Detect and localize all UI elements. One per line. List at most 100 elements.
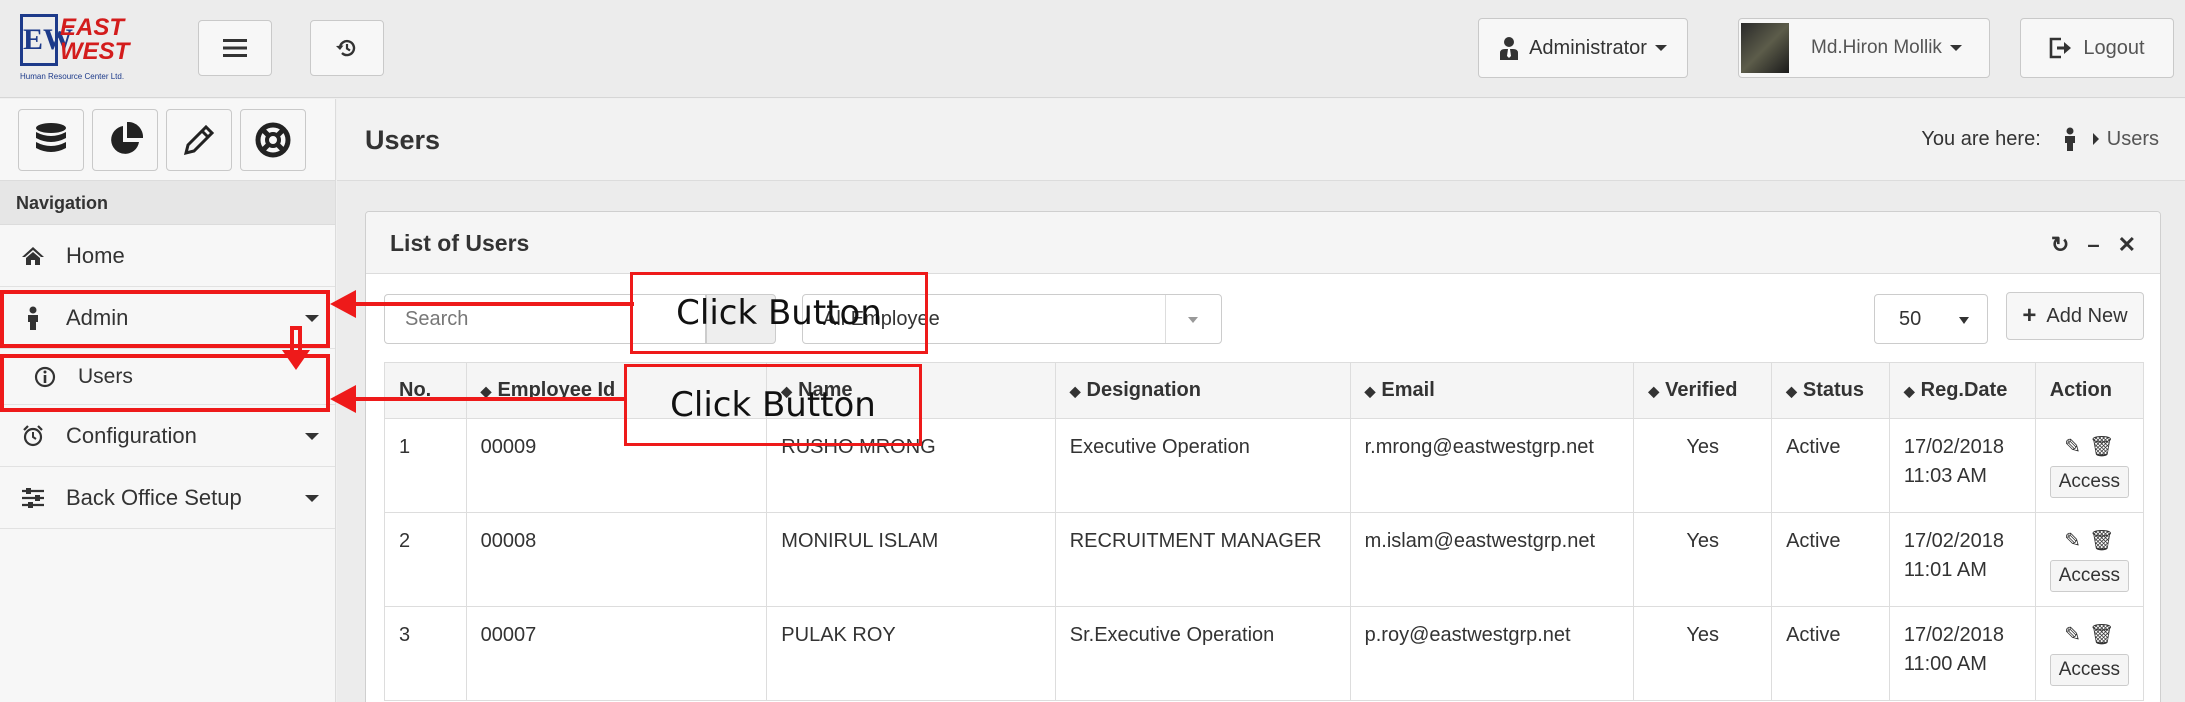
- sidebar-item-label: Home: [66, 242, 125, 268]
- user-profile-dropdown[interactable]: Md.Hiron Mollik: [1738, 18, 1990, 78]
- chevron-down-icon: [1959, 317, 1969, 324]
- chevron-down-icon: [1654, 45, 1667, 51]
- company-logo[interactable]: EW EAST WEST Human Resource Center Ltd.: [20, 14, 140, 81]
- sidebar-item-back-office-setup[interactable]: Back Office Setup: [0, 467, 335, 529]
- user-tie-icon: [1500, 37, 1519, 60]
- annotation-highlight-admin: [0, 290, 330, 348]
- logo-line-2: WEST: [60, 38, 130, 65]
- support-button[interactable]: [240, 109, 306, 171]
- panel-title: List of Users: [390, 230, 530, 256]
- cell-action: ✎ 🗑 Access: [2034, 418, 2145, 513]
- sidebar-item-home[interactable]: Home: [0, 225, 335, 287]
- chevron-down-icon: [1165, 295, 1221, 343]
- cell-reg-date: 17/02/2018 11:01 AM: [1888, 512, 2036, 607]
- table-row: 2 00008 MONIRUL ISLAM RECRUITMENT MANAGE…: [384, 512, 2145, 607]
- sort-icon: ◆: [1903, 383, 1915, 399]
- page-title: Users: [365, 125, 441, 155]
- cell-reg-date: 17/02/2018 11:00 AM: [1888, 606, 2036, 701]
- sliders-icon: [22, 487, 44, 508]
- cell-email: p.roy@eastwestgrp.net: [1349, 606, 1635, 701]
- cell-status: Active: [1771, 512, 1890, 607]
- chevron-down-icon: [305, 495, 319, 502]
- column-header: Action: [2034, 362, 2145, 419]
- alarm-clock-icon: [23, 424, 43, 446]
- logout-icon: [2050, 37, 2072, 59]
- chevron-down-icon: [305, 433, 319, 440]
- cell-no: 3: [384, 606, 467, 701]
- annotation-down-arrow-head: [282, 350, 310, 370]
- annotation-arrow-line-2: [356, 397, 626, 401]
- cell-no: 2: [384, 512, 467, 607]
- database-icon: [36, 123, 66, 152]
- annotation-highlight-users: [0, 354, 330, 412]
- plus-icon: +: [2022, 302, 2037, 329]
- breadcrumb: You are here: Users: [1921, 127, 2159, 151]
- top-navbar: EW EAST WEST Human Resource Center Ltd. …: [0, 0, 2185, 98]
- sidebar-item-label: Configuration: [66, 422, 197, 448]
- column-header[interactable]: ◆ Status: [1771, 362, 1890, 419]
- sidebar-item-configuration[interactable]: Configuration: [0, 405, 335, 467]
- logout-label: Logout: [2083, 36, 2145, 59]
- cell-name: PULAK ROY: [766, 606, 1056, 701]
- menu-toggle-button[interactable]: [198, 20, 272, 76]
- access-button[interactable]: Access: [2049, 560, 2129, 592]
- history-icon: [336, 39, 356, 57]
- cell-verified: Yes: [1633, 606, 1773, 701]
- cell-action: ✎ 🗑 Access: [2034, 606, 2145, 701]
- edit-icon[interactable]: ✎: [2064, 621, 2081, 650]
- sort-icon: ◆: [1648, 383, 1660, 399]
- administrator-dropdown[interactable]: Administrator: [1478, 18, 1688, 78]
- trash-icon[interactable]: 🗑: [2089, 433, 2114, 462]
- history-button[interactable]: [310, 20, 384, 76]
- minimize-icon[interactable]: –: [2087, 232, 2117, 257]
- pie-chart-icon: [111, 122, 143, 154]
- logout-button[interactable]: Logout: [2020, 18, 2174, 78]
- column-header[interactable]: ◆ Verified: [1633, 362, 1773, 419]
- page-size-value: 50: [1899, 308, 1922, 330]
- database-button[interactable]: [18, 109, 84, 171]
- navigation-heading: Navigation: [0, 181, 335, 225]
- cell-no: 1: [384, 418, 467, 513]
- sidebar-toolbar: [0, 99, 335, 181]
- user-icon[interactable]: [2063, 127, 2077, 151]
- caret-right-icon: [2092, 133, 2099, 145]
- chevron-down-icon: [1949, 45, 1962, 51]
- avatar: [1741, 23, 1789, 73]
- annotation-arrow-line-1: [356, 302, 634, 306]
- cell-reg-date: 17/02/2018 11:03 AM: [1888, 418, 2036, 513]
- sidebar-item-label: Back Office Setup: [66, 484, 242, 510]
- cell-email: r.mrong@eastwestgrp.net: [1349, 418, 1635, 513]
- sort-icon: ◆: [1069, 383, 1081, 399]
- administrator-label: Administrator: [1529, 36, 1647, 59]
- trash-icon[interactable]: 🗑: [2089, 621, 2114, 650]
- annotation-arrow-head-1: [330, 290, 356, 318]
- cell-employee-id: 00008: [465, 512, 768, 607]
- life-ring-icon: [255, 122, 291, 158]
- edit-icon[interactable]: ✎: [2064, 527, 2081, 556]
- user-name: Md.Hiron Mollik: [1811, 37, 1942, 58]
- cell-employee-id: 00007: [465, 606, 768, 701]
- add-new-button[interactable]: + Add New: [2006, 292, 2144, 340]
- edit-button[interactable]: [166, 109, 232, 171]
- page-size-select[interactable]: 50: [1874, 294, 1988, 344]
- chart-button[interactable]: [92, 109, 158, 171]
- access-button[interactable]: Access: [2049, 654, 2129, 686]
- access-button[interactable]: Access: [2049, 466, 2129, 498]
- annotation-label-1: Click Button: [630, 272, 928, 354]
- table-row: 3 00007 PULAK ROY Sr.Executive Operation…: [384, 606, 2145, 701]
- cell-status: Active: [1771, 418, 1890, 513]
- column-header[interactable]: ◆ Designation: [1054, 362, 1351, 419]
- column-header[interactable]: ◆ Email: [1349, 362, 1635, 419]
- annotation-down-arrow: [290, 326, 302, 350]
- close-icon[interactable]: ✕: [2118, 232, 2136, 257]
- refresh-icon[interactable]: ↻: [2051, 232, 2087, 257]
- column-header[interactable]: ◆ Reg.Date: [1888, 362, 2036, 419]
- logo-mark: EW: [20, 14, 73, 66]
- cell-status: Active: [1771, 606, 1890, 701]
- logo-line-1: EAST: [60, 14, 125, 41]
- cell-verified: Yes: [1633, 512, 1773, 607]
- add-new-label: Add New: [2046, 304, 2128, 327]
- cell-verified: Yes: [1633, 418, 1773, 513]
- trash-icon[interactable]: 🗑: [2089, 527, 2114, 556]
- edit-icon[interactable]: ✎: [2064, 433, 2081, 462]
